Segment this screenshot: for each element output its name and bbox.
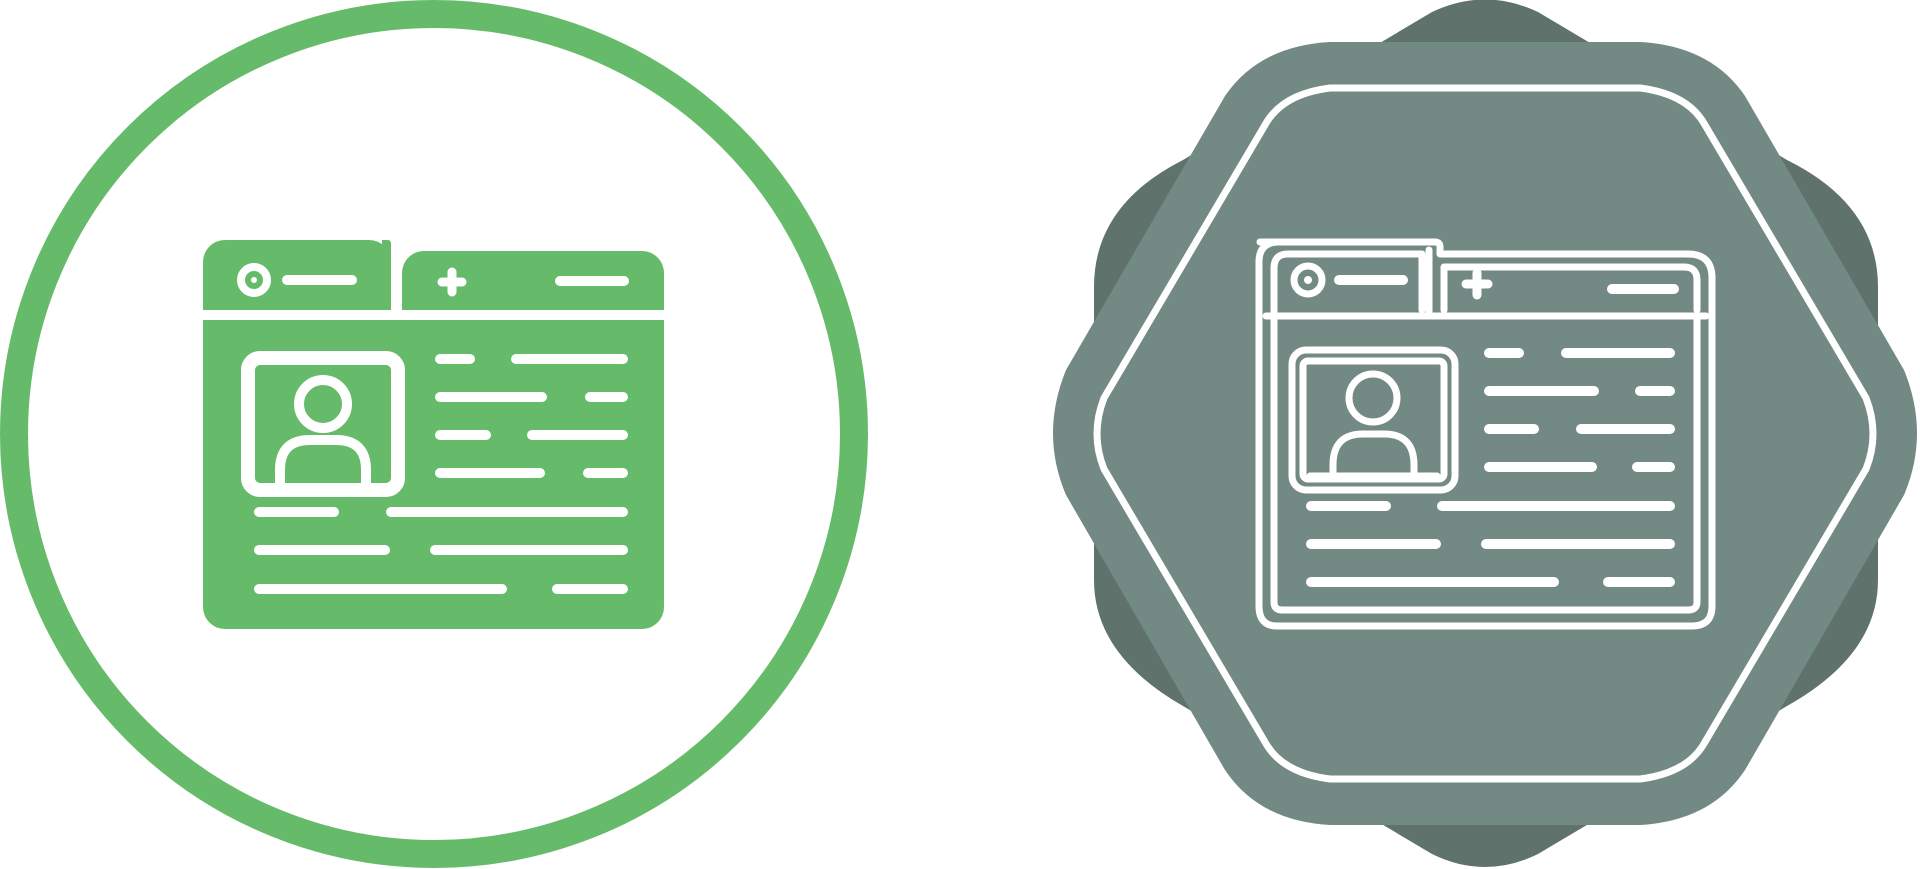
icon-set-canvas — [0, 0, 1917, 868]
profile-browser-icon — [203, 240, 664, 629]
octagon-badge-icon — [1053, 0, 1917, 867]
badge-front-shape — [1053, 42, 1917, 825]
circle-badge-icon — [0, 0, 868, 868]
